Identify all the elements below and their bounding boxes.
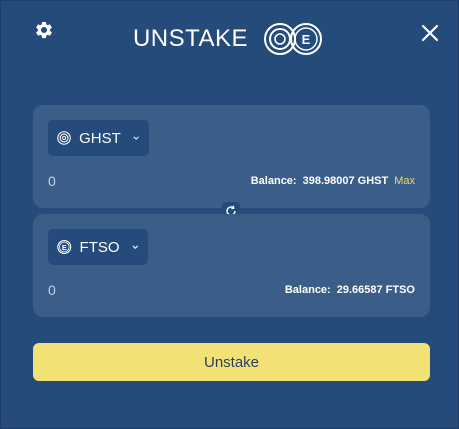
to-balance-label: Balance: xyxy=(284,284,331,296)
to-token-name: FTSO xyxy=(79,238,120,256)
from-balance: Balance: 398.98007 GHST Max xyxy=(251,175,415,187)
unstake-logo-icon: E xyxy=(264,23,323,55)
to-token-panel: E FTSO Balance: 29.66587 FTSO xyxy=(33,214,430,317)
page-title: UNSTAKE xyxy=(132,25,249,52)
to-balance-value: 29.66587 FTSO xyxy=(336,284,415,296)
from-balance-value: 398.98007 GHST xyxy=(302,175,389,187)
from-token-panel: GHST Balance: 398.98007 GHST Max xyxy=(33,105,430,208)
from-token-name: GHST xyxy=(79,129,121,147)
from-balance-label: Balance: xyxy=(250,175,297,187)
unstake-button[interactable]: Unstake xyxy=(33,343,430,381)
chevron-down-icon xyxy=(133,136,139,140)
from-amount-input[interactable] xyxy=(48,173,198,189)
ghst-token-icon xyxy=(57,131,71,145)
chevron-down-icon xyxy=(131,245,138,249)
modal-header: UNSTAKE E xyxy=(1,19,458,59)
svg-text:E: E xyxy=(302,32,311,47)
to-amount-input[interactable] xyxy=(48,282,198,298)
close-icon[interactable] xyxy=(420,23,440,43)
to-token-select[interactable]: E FTSO xyxy=(48,229,148,265)
ftso-token-icon: E xyxy=(57,239,72,255)
to-balance: Balance: 29.66587 FTSO xyxy=(285,284,415,296)
max-button[interactable]: Max xyxy=(394,175,415,187)
unstake-modal: UNSTAKE E GHST Balance: 3 xyxy=(0,0,459,429)
from-token-select[interactable]: GHST xyxy=(48,120,149,156)
svg-text:E: E xyxy=(62,243,67,252)
